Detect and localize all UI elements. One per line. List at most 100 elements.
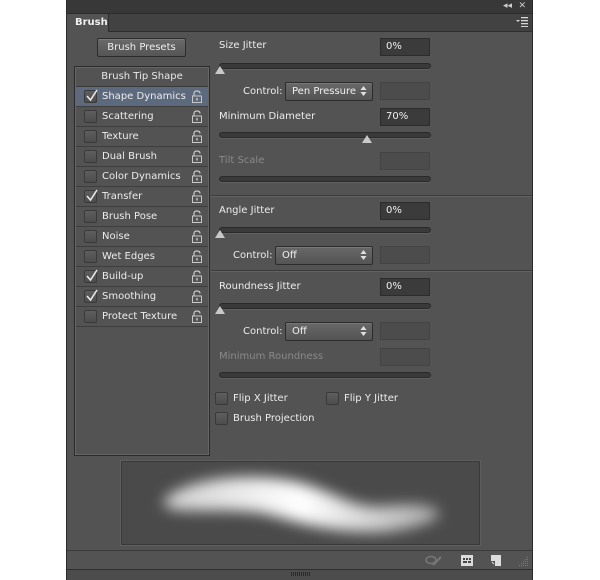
checkbox[interactable]	[84, 189, 98, 203]
tab-row: Brush	[67, 14, 532, 32]
checkbox[interactable]	[84, 150, 97, 163]
sidebar-item-label: Protect Texture	[102, 311, 178, 322]
minimum-diameter-slider-thumb[interactable]	[362, 135, 372, 143]
sidebar-item-smoothing[interactable]: Smoothing	[76, 287, 208, 307]
size-control-extra-field	[380, 82, 430, 100]
unlock-icon[interactable]	[192, 110, 202, 123]
checkmark-icon	[86, 289, 98, 302]
size-control-value: Pen Pressure	[292, 86, 357, 97]
brush-tip-shape-item[interactable]: Brush Tip Shape	[76, 68, 208, 87]
roundness-control-extra-field	[380, 322, 430, 340]
unlock-icon[interactable]	[192, 190, 202, 203]
brush-presets-button[interactable]: Brush Presets	[97, 38, 186, 57]
unlock-icon[interactable]	[192, 310, 202, 323]
checkbox[interactable]	[84, 310, 97, 323]
roundness-control-select[interactable]: Off	[285, 322, 373, 341]
sidebar-item-texture[interactable]: Texture	[76, 127, 208, 147]
sidebar-item-label: Dual Brush	[102, 151, 157, 162]
brush-stroke-image	[163, 477, 440, 533]
checkbox[interactable]	[84, 110, 97, 123]
toggle-live-tip-preview-icon[interactable]	[425, 555, 443, 566]
unlock-icon[interactable]	[192, 230, 202, 243]
roundness-jitter-slider-thumb[interactable]	[215, 306, 225, 314]
size-jitter-value[interactable]: 0%	[380, 38, 430, 56]
angle-jitter-slider-thumb[interactable]	[215, 230, 225, 238]
brush-projection-checkbox[interactable]	[215, 412, 228, 425]
checkbox[interactable]	[84, 130, 97, 143]
updown-arrows-icon	[360, 86, 367, 96]
angle-jitter-label: Angle Jitter	[219, 205, 275, 216]
minimum-roundness-label: Minimum Roundness	[219, 351, 324, 362]
unlock-icon[interactable]	[192, 270, 202, 283]
roundness-jitter-slider[interactable]	[219, 303, 431, 309]
close-icon[interactable]: ✕	[518, 1, 526, 12]
sidebar-item-label: Shape Dynamics	[102, 91, 186, 102]
sidebar-item-color-dynamics[interactable]: Color Dynamics	[76, 167, 208, 187]
minimum-diameter-slider[interactable]	[219, 132, 431, 138]
sidebar-item-label: Noise	[102, 231, 130, 242]
sidebar-item-build-up[interactable]: Build-up	[76, 267, 208, 287]
unlock-icon[interactable]	[192, 170, 202, 183]
tab-brush[interactable]: Brush	[67, 14, 109, 32]
size-control-label: Control:	[243, 86, 283, 97]
checkbox[interactable]	[84, 230, 97, 243]
checkbox[interactable]	[84, 89, 98, 103]
resize-grip-icon[interactable]	[519, 557, 529, 567]
sidebar-item-protect-texture[interactable]: Protect Texture	[76, 307, 208, 327]
panel-resize-bar[interactable]	[67, 569, 532, 580]
minimum-diameter-value[interactable]: 70%	[380, 108, 430, 126]
unlock-icon[interactable]	[192, 210, 202, 223]
section-divider	[211, 270, 532, 271]
section-divider	[211, 195, 532, 196]
collapse-icon[interactable]: ◂◂	[503, 1, 512, 12]
unlock-icon[interactable]	[192, 250, 202, 263]
sidebar-item-noise[interactable]: Noise	[76, 227, 208, 247]
angle-jitter-slider[interactable]	[219, 227, 431, 233]
flip-y-jitter-label: Flip Y Jitter	[344, 393, 398, 404]
size-jitter-slider-thumb[interactable]	[215, 66, 225, 74]
sidebar-item-dual-brush[interactable]: Dual Brush	[76, 147, 208, 167]
roundness-jitter-value[interactable]: 0%	[380, 278, 430, 296]
grip-icon[interactable]	[291, 572, 311, 576]
minimum-roundness-slider	[219, 372, 431, 378]
sidebar-item-brush-pose[interactable]: Brush Pose	[76, 207, 208, 227]
sidebar-item-label: Brush Pose	[102, 211, 158, 222]
size-jitter-slider[interactable]	[219, 63, 431, 69]
flip-x-jitter-checkbox[interactable]	[215, 392, 228, 405]
angle-control-select[interactable]: Off	[275, 246, 373, 265]
angle-control-label: Control:	[233, 250, 273, 261]
size-control-select[interactable]: Pen Pressure	[285, 82, 373, 101]
sidebar-item-shape-dynamics[interactable]: Shape Dynamics	[76, 87, 208, 107]
panel-title-bar[interactable]: ◂◂ ✕	[67, 0, 532, 14]
tilt-scale-label: Tilt Scale	[219, 155, 265, 166]
panel-menu-icon[interactable]	[516, 17, 528, 27]
flip-x-jitter-label: Flip X Jitter	[233, 393, 288, 404]
checkbox[interactable]	[84, 269, 98, 283]
unlock-icon[interactable]	[192, 130, 202, 143]
sidebar-item-wet-edges[interactable]: Wet Edges	[76, 247, 208, 267]
checkbox[interactable]	[84, 289, 98, 303]
checkbox[interactable]	[84, 250, 97, 263]
sidebar-item-label: Scattering	[102, 111, 154, 122]
angle-jitter-value[interactable]: 0%	[380, 202, 430, 220]
unlock-icon[interactable]	[192, 90, 202, 103]
roundness-control-value: Off	[292, 326, 307, 337]
sidebar-item-label: Wet Edges	[102, 251, 155, 262]
unlock-icon[interactable]	[192, 150, 202, 163]
open-preset-manager-icon[interactable]	[461, 555, 473, 566]
checkbox[interactable]	[84, 210, 97, 223]
brush-projection-label: Brush Projection	[233, 413, 315, 424]
checkbox[interactable]	[84, 170, 97, 183]
size-jitter-label: Size Jitter	[219, 40, 267, 51]
sidebar-item-transfer[interactable]: Transfer	[76, 187, 208, 207]
angle-control-extra-field	[380, 246, 430, 264]
sidebar-item-label: Build-up	[102, 271, 144, 282]
roundness-control-label: Control:	[243, 326, 283, 337]
sidebar-item-scattering[interactable]: Scattering	[76, 107, 208, 127]
updown-arrows-icon	[360, 250, 367, 260]
unlock-icon[interactable]	[192, 290, 202, 303]
tilt-scale-value	[380, 152, 430, 170]
panel-footer	[67, 550, 532, 569]
flip-y-jitter-checkbox[interactable]	[326, 392, 339, 405]
create-new-brush-icon[interactable]	[491, 555, 501, 566]
